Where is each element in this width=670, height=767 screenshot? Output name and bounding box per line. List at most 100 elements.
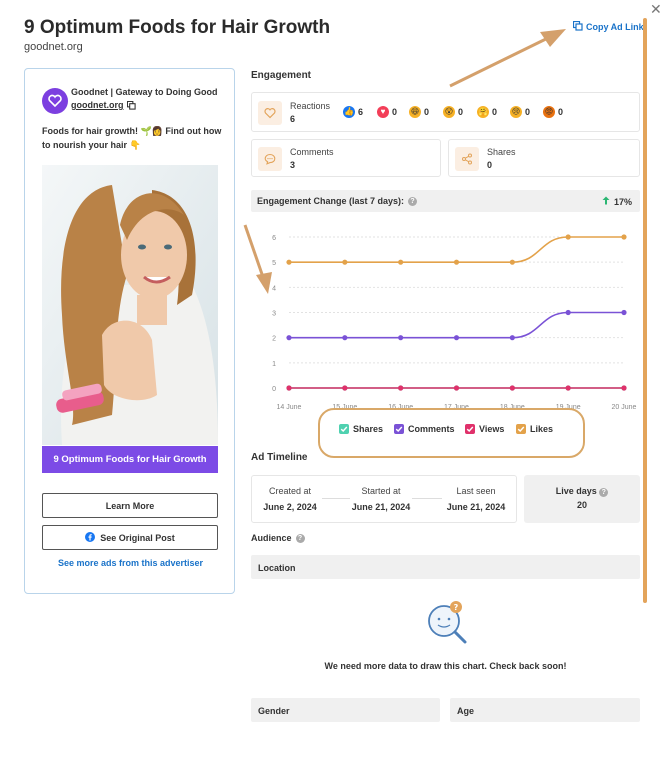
ad-headline-banner[interactable]: 9 Optimum Foods for Hair Growth [42, 446, 218, 473]
svg-text:?: ? [454, 603, 459, 612]
reaction-haha: 😆 0 [409, 106, 429, 118]
legend-item-views[interactable]: Views [465, 424, 504, 434]
ad-timeline-card: Created at June 2, 2024 Started at June … [251, 475, 517, 523]
see-more-ads-link[interactable]: See more ads from this advertiser [25, 558, 236, 568]
engagement-line-chart: 012345614 June 15 June 16 June 17 June 18 Ju… [272, 234, 637, 411]
reactions-value: 6 [290, 114, 296, 124]
last-seen: Last seen June 21, 2024 [431, 486, 521, 512]
comments-value: 3 [290, 160, 296, 170]
data-point-comments [453, 335, 460, 341]
advertiser-avatar[interactable] [42, 88, 68, 114]
data-point-comments [621, 309, 627, 316]
data-point-likes [509, 259, 515, 265]
reactions-card: Reactions 6 👍 6 ♥ 0 😆 0 😮 0 🤗 0 😢 0 😡 0 [251, 92, 640, 132]
shares-value: 0 [487, 160, 493, 170]
started-at: Started at June 21, 2024 [336, 486, 426, 512]
reaction-sad: 😢 0 [510, 106, 530, 118]
info-icon[interactable]: ? [599, 488, 609, 497]
love-icon: ♥ [377, 106, 389, 118]
ad-creative-image[interactable] [42, 165, 218, 445]
live-days-label: Live days [555, 486, 597, 496]
legend-item-shares[interactable]: Shares [339, 424, 383, 434]
heart-icon [258, 101, 282, 125]
data-point-comments [342, 335, 348, 341]
y-tick-label: 4 [272, 285, 276, 292]
created-at-value: June 2, 2024 [263, 502, 317, 512]
data-point-likes [398, 259, 404, 265]
created-at: Created at June 2, 2024 [245, 486, 335, 512]
reaction-care: 🤗 0 [477, 106, 497, 118]
age-bar[interactable]: Age [450, 698, 640, 722]
location-bar[interactable]: Location [251, 555, 640, 579]
arrow-up-icon [602, 196, 610, 207]
haha-icon: 😆 [409, 106, 421, 118]
data-point-views [453, 385, 460, 391]
facebook-icon [85, 531, 96, 544]
data-point-likes [621, 234, 627, 240]
y-tick-label: 6 [272, 235, 276, 242]
shares-label: Shares [487, 147, 516, 157]
data-point-likes [342, 259, 348, 265]
data-point-comments [398, 335, 404, 341]
comments-card: Comments 3 [251, 139, 441, 177]
y-tick-label: 5 [272, 260, 276, 267]
data-point-comments [509, 335, 515, 341]
live-days-label-row: Live days ? [524, 486, 640, 497]
like-icon: 👍 [343, 106, 355, 118]
info-icon[interactable]: ? [295, 533, 305, 543]
ad-text-line: to nourish your hair 👇 [42, 140, 141, 150]
info-icon[interactable]: ? [408, 196, 418, 206]
legend-label: Likes [530, 424, 554, 434]
reaction-wow: 😮 0 [443, 106, 463, 118]
ad-timeline-title: Ad Timeline [251, 452, 308, 463]
data-point-likes [565, 234, 571, 240]
see-original-post-button[interactable]: See Original Post [42, 525, 218, 550]
share-icon [455, 147, 479, 171]
engagement-change-label: Engagement Change (last 7 days): ? [257, 196, 418, 206]
legend-item-comments[interactable]: Comments [394, 424, 455, 434]
advertiser-name[interactable]: Goodnet | Gateway to Doing Good [71, 87, 218, 97]
reactions-label: Reactions [290, 101, 331, 111]
comments-label: Comments [290, 147, 334, 157]
data-point-comments [565, 309, 571, 316]
reaction-angry: 😡 0 [543, 106, 563, 118]
y-tick-label: 3 [272, 311, 276, 318]
gender-bar[interactable]: Gender [251, 698, 440, 722]
copy-icon [126, 100, 136, 110]
reaction-love: ♥ 0 [377, 106, 397, 118]
heart-logo-icon [48, 94, 62, 108]
learn-more-label: Learn More [105, 500, 155, 511]
data-point-views [398, 385, 404, 391]
advertiser-domain[interactable]: goodnet.org [71, 100, 136, 110]
engagement-title: Engagement [251, 70, 312, 81]
reaction-count: 0 [525, 107, 531, 117]
live-days-value: 20 [576, 500, 587, 510]
checkbox-checked-icon [394, 424, 404, 434]
arrow-head-copy-link [540, 29, 566, 47]
legend-item-likes[interactable]: Likes [516, 424, 553, 434]
ad-text-line: Foods for hair growth! 🌱👩 Find out how [42, 126, 222, 136]
series-line-likes [288, 236, 624, 263]
audience-title: Audience [251, 533, 292, 543]
reaction-count: 6 [358, 107, 364, 117]
data-point-views [342, 385, 348, 391]
x-tick-label: 20 June [612, 404, 637, 411]
data-point-views [565, 385, 571, 391]
angry-icon: 😡 [543, 106, 555, 118]
ad-preview-card: Goodnet | Gateway to Doing Good goodnet.… [24, 68, 235, 594]
started-at-value: June 21, 2024 [351, 502, 411, 512]
wow-icon: 😮 [443, 106, 455, 118]
woman-brushing-hair-illustration [42, 165, 218, 445]
data-point-likes [286, 259, 292, 265]
data-point-views [286, 385, 292, 391]
checkbox-checked-icon [339, 424, 349, 434]
care-icon: 🤗 [477, 106, 489, 118]
y-tick-label: 1 [272, 361, 276, 368]
series-line-comments [289, 311, 624, 339]
reaction-count: 0 [424, 107, 430, 117]
sad-icon: 😢 [510, 106, 522, 118]
reaction-count: 0 [558, 107, 564, 117]
reaction-like: 👍 6 [343, 106, 363, 118]
engagement-change-bar: Engagement Change (last 7 days): ? 17% [251, 190, 640, 212]
learn-more-button[interactable]: Learn More [42, 493, 218, 518]
